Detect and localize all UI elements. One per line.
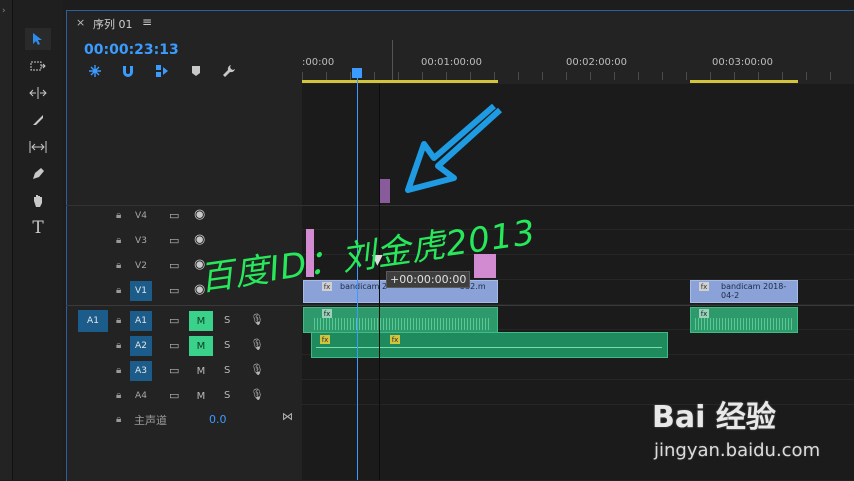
volume-rubberband[interactable] [316,347,662,348]
slip-tool-icon[interactable] [25,136,51,158]
solo-button[interactable]: S [224,340,230,351]
track-name[interactable]: V1 [130,281,152,301]
pen-tool-icon[interactable] [25,163,51,185]
track-name[interactable]: A3 [130,361,152,381]
sync-lock-film-icon[interactable]: ▭ [169,364,179,377]
lock-icon[interactable]: 🔒︎ [116,260,121,271]
track-name[interactable]: A1 [130,311,152,331]
lock-icon[interactable]: 🔒︎ [116,235,121,246]
sync-lock-film-icon[interactable]: ▭ [169,284,179,297]
panel-menu-icon[interactable]: ≡ [142,15,152,29]
add-marker-icon[interactable] [191,64,201,82]
fx-badge: fx [699,309,709,318]
eye-icon[interactable]: ◉ [194,232,205,247]
annotation-arrow-icon [405,104,503,193]
sync-lock-film-icon[interactable]: ▭ [169,339,179,352]
sync-lock-film-icon[interactable]: ▭ [169,259,179,272]
sync-lock-film-icon[interactable]: ▭ [169,389,179,402]
playhead-timecode[interactable]: 00:00:23:13 [84,42,179,58]
clip-name: bandicam 2018-04-2 [721,282,787,300]
mute-button[interactable]: M [189,386,213,406]
lock-icon[interactable]: 🔒︎ [116,414,121,425]
playhead-line [357,78,358,480]
track-name[interactable]: V4 [130,206,152,226]
type-tool-icon[interactable]: T [25,217,51,239]
sync-lock-film-icon[interactable]: ▭ [169,234,179,247]
solo-button[interactable]: S [224,390,230,401]
track-name[interactable]: A2 [130,336,152,356]
playhead-handle[interactable] [352,68,362,78]
audio-clip-a2[interactable]: fx fx [311,332,668,358]
work-area-bar[interactable] [302,80,498,83]
ruler-ticks [302,72,854,80]
baidu-jingyan-url: jingyan.baidu.com [654,440,821,461]
chevron-right-icon[interactable]: › [2,6,6,16]
lock-icon[interactable]: 🔒︎ [116,285,121,296]
eye-icon[interactable]: ◉ [194,207,205,222]
audio-waveform [695,318,793,330]
track-header-a1: 🔒︎ A1 ▭ M S 🎙︎ [66,309,302,333]
lock-icon[interactable]: 🔒︎ [116,365,121,376]
track-select-tool-icon[interactable] [25,55,51,77]
microphone-icon[interactable]: 🎙︎ [250,313,264,326]
lock-icon[interactable]: 🔒︎ [116,210,121,221]
nest-sequence-icon[interactable] [88,64,102,82]
mute-button[interactable]: M [189,336,213,356]
snap-magnet-icon[interactable] [121,64,135,82]
master-track-label: 主声道 [134,414,167,427]
microphone-icon[interactable]: 🎙︎ [250,388,264,401]
master-volume-value[interactable]: 0.0 [209,413,227,426]
microphone-icon[interactable]: 🎙︎ [250,338,264,351]
audio-waveform [314,318,490,330]
track-header-a3: 🔒︎ A3 ▭ M S 🎙︎ [66,359,302,383]
video-clip-v1[interactable]: fx bandicam 2018-04-2 [690,280,798,303]
sync-lock-film-icon[interactable]: ▭ [169,209,179,222]
clip-name: bandicam 2 [340,282,388,291]
mute-button[interactable]: M [189,361,213,381]
sequence-tab-title[interactable]: 序列 01 [93,16,133,32]
linked-selection-icon[interactable] [155,64,169,82]
fx-badge: fx [322,309,332,318]
track-header-v4: 🔒︎ V4 ▭ ◉ [66,204,302,228]
video-clip-preview[interactable] [379,179,390,203]
ruler-tick-label: 00:03:00:00 [712,57,774,68]
ruler-tick-label: :00:00 [302,57,335,68]
track-header-a2: 🔒︎ A2 ▭ M S 🎙︎ [66,334,302,358]
track-name[interactable]: V2 [130,256,152,276]
lock-icon[interactable]: 🔒︎ [116,315,121,326]
lock-icon[interactable]: 🔒︎ [116,340,121,351]
work-area-bar[interactable] [690,80,798,83]
ruler-tick-label: 00:01:00:00 [421,57,483,68]
ruler-tick-label: 00:02:00:00 [566,57,628,68]
ripple-edit-tool-icon[interactable] [25,82,51,104]
fx-badge: fx [699,282,709,291]
lock-icon[interactable]: 🔒︎ [116,390,121,401]
audio-clip-a1[interactable]: fx [690,307,798,333]
audio-clip-a1[interactable]: fx [303,307,498,333]
track-name[interactable]: A4 [130,386,152,406]
solo-button[interactable]: S [224,365,230,376]
sync-lock-film-icon[interactable]: ▭ [169,314,179,327]
microphone-icon[interactable]: 🎙︎ [250,363,264,376]
hand-tool-icon[interactable] [25,190,51,212]
fx-badge: fx [390,335,400,344]
razor-tool-icon[interactable] [25,109,51,131]
panel-collapse-strip: › [0,0,13,480]
mute-button[interactable]: M [189,311,213,331]
track-name[interactable]: V3 [130,231,152,251]
solo-button[interactable]: S [224,315,230,326]
baidu-jingyan-logo: Bai 经验 [652,400,776,435]
tools-panel: T [13,0,63,480]
drag-offset-tooltip: +00:00:00:00 [386,271,471,288]
selection-tool-icon[interactable] [25,28,51,50]
edit-line [379,84,380,480]
track-header-a4: 🔒︎ A4 ▭ M S 🎙︎ [66,384,302,408]
bowtie-icon[interactable]: ⋈ [282,410,293,423]
fx-badge: fx [320,335,330,344]
close-tab-icon[interactable]: × [76,16,85,29]
timeline-settings-wrench-icon[interactable] [222,64,236,82]
